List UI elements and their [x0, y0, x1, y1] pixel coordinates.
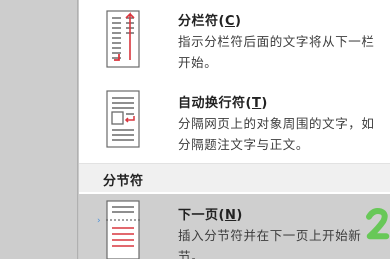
green-annotation-number-2 — [366, 207, 390, 240]
next-page-title: 下一页(N) — [178, 208, 243, 223]
section-breaks-header: 分节符 — [79, 164, 390, 192]
text-wrapping-break-title: 自动换行符(T) — [178, 96, 268, 111]
next-page-break-icon — [106, 200, 140, 259]
breaks-dropdown-menu: 分栏符(C) 指示分栏符后面的文字将从下一栏开始。 自动换行符(T) 分隔网页上… — [79, 0, 390, 259]
menu-item-next-page[interactable]: › 下一页(N) 插入分节符并在下一页上开始新节。 — [79, 194, 390, 259]
hover-indicator-icon: › — [97, 216, 101, 226]
column-break-icon — [106, 10, 140, 68]
column-break-title: 分栏符(C) — [178, 14, 242, 29]
text-wrapping-break-description: 分隔网页上的对象周围的文字，如分隔题注文字与正文。 — [178, 116, 375, 152]
section-breaks-label: 分节符 — [103, 174, 144, 189]
menu-item-text-wrapping-break[interactable]: 自动换行符(T) 分隔网页上的对象周围的文字，如分隔题注文字与正文。 — [79, 82, 390, 162]
left-panel — [0, 0, 78, 259]
left-panel-edge — [77, 0, 78, 259]
text-wrapping-break-icon — [106, 90, 140, 148]
next-page-description: 插入分节符并在下一页上开始新节。 — [178, 228, 362, 259]
menu-item-column-break[interactable]: 分栏符(C) 指示分栏符后面的文字将从下一栏开始。 — [79, 0, 390, 80]
column-break-description: 指示分栏符后面的文字将从下一栏开始。 — [178, 34, 375, 70]
